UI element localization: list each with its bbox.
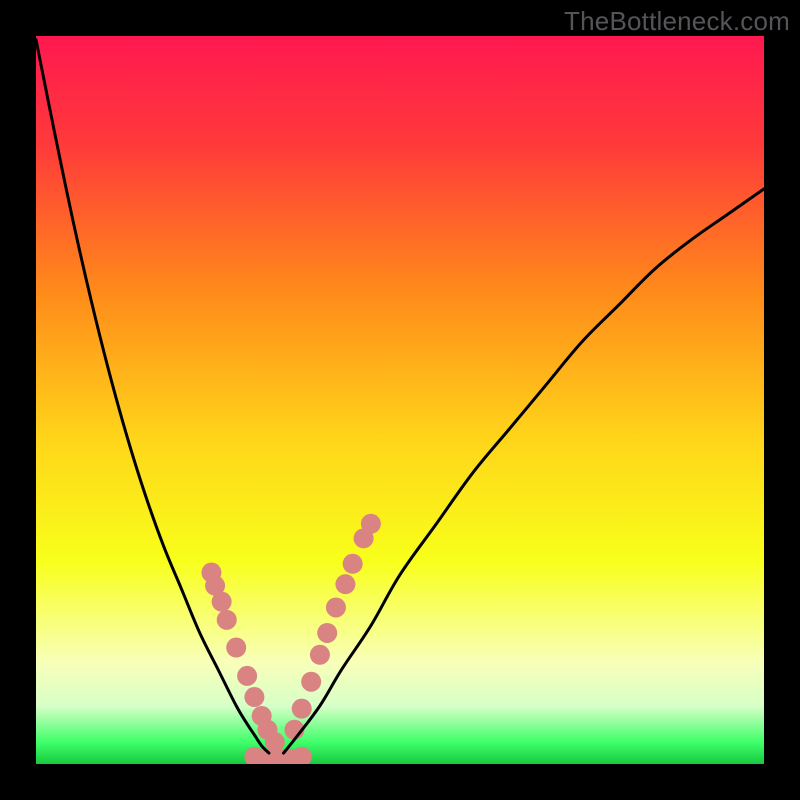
data-dot — [237, 666, 257, 686]
plot-area — [36, 36, 764, 764]
data-dot — [226, 638, 246, 658]
data-dot — [212, 592, 232, 612]
data-dot — [335, 574, 355, 594]
watermark-label: TheBottleneck.com — [564, 6, 790, 37]
data-dot — [292, 699, 312, 719]
data-dot — [361, 514, 381, 534]
data-dot — [265, 732, 285, 752]
data-dot — [326, 597, 346, 617]
data-dot — [343, 554, 363, 574]
data-dot — [317, 623, 337, 643]
curves-layer — [36, 36, 764, 764]
data-dot — [244, 687, 264, 707]
data-dot — [310, 645, 330, 665]
dots-group-right — [284, 514, 380, 740]
chart-frame: TheBottleneck.com — [0, 0, 800, 800]
data-dot — [217, 610, 237, 630]
right-curve — [284, 189, 764, 753]
data-dot — [301, 672, 321, 692]
dots-group-left — [201, 563, 284, 753]
